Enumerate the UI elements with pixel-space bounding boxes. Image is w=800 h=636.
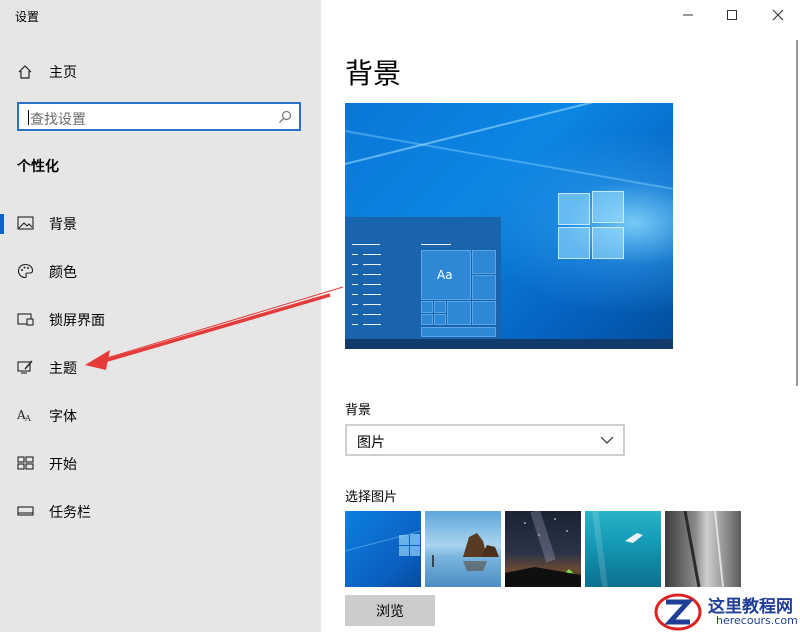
beach-rocks-thumb[interactable] — [425, 511, 501, 587]
sidebar-item-lock-screen[interactable]: 锁屏界面 — [0, 299, 321, 339]
background-preview: Aa — [345, 103, 673, 349]
search-placeholder: 查找设置 — [30, 112, 86, 128]
home-label: 主页 — [49, 65, 77, 81]
rock-silhouette — [432, 533, 499, 571]
close-button[interactable] — [763, 3, 793, 27]
taskbar-preview — [345, 339, 673, 349]
windows-logo-icon — [345, 530, 421, 556]
windows-hero-thumb[interactable] — [345, 511, 421, 587]
home-link[interactable]: 主页 — [17, 62, 77, 82]
sidebar: 设置 主页 查找设置 个性化 背景 颜色 锁屏界面 主题 A A 字体 开始 任… — [0, 0, 321, 632]
maximize-icon — [727, 10, 737, 20]
start-grid-icon — [17, 456, 34, 470]
scrollbar[interactable] — [796, 40, 798, 386]
windows-logo-icon — [558, 191, 628, 261]
page-title: 背景 — [345, 57, 402, 90]
section-title: 个性化 — [17, 159, 59, 175]
picture-icon — [17, 216, 34, 230]
underwater-diver-thumb[interactable] — [585, 511, 661, 587]
font-icon: A A — [17, 408, 31, 423]
select-value: 图片 — [357, 435, 385, 451]
sidebar-item-label: 字体 — [49, 409, 77, 425]
palette-icon — [17, 263, 34, 279]
active-indicator — [0, 214, 4, 234]
sidebar-item-label: 锁屏界面 — [49, 313, 105, 329]
minimize-icon — [683, 14, 693, 16]
starry-night-thumb[interactable] — [505, 511, 581, 587]
background-label: 背景 — [345, 403, 372, 418]
choose-picture-label: 选择图片 — [345, 490, 398, 505]
watermark-logo-icon — [654, 593, 702, 631]
minimize-button[interactable] — [673, 3, 703, 27]
taskbar-icon — [17, 506, 34, 516]
sidebar-item-label: 任务栏 — [49, 505, 91, 521]
cliff-texture — [683, 511, 724, 587]
rock-cliff-thumb[interactable] — [665, 511, 741, 587]
background-type-select[interactable]: 图片 — [345, 424, 625, 456]
sidebar-item-label: 主题 — [49, 361, 77, 377]
diver-silhouette — [592, 511, 643, 587]
chevron-down-icon — [600, 436, 614, 444]
preview-sample-text: Aa — [437, 268, 453, 282]
sidebar-item-fonts[interactable]: A A 字体 — [0, 395, 321, 435]
text-caret — [28, 110, 29, 125]
browse-button[interactable]: 浏览 — [345, 595, 435, 626]
app-title: 设置 — [15, 10, 40, 24]
sidebar-item-themes[interactable]: 主题 — [0, 347, 321, 387]
sidebar-item-background[interactable]: 背景 — [0, 203, 321, 243]
start-menu-preview: Aa — [345, 217, 501, 339]
watermark: 这里教程网 herecours.com — [652, 590, 800, 632]
home-icon — [18, 65, 32, 79]
theme-brush-icon — [17, 360, 33, 374]
close-icon — [772, 9, 784, 21]
search-input[interactable]: 查找设置 — [17, 102, 301, 131]
maximize-button[interactable] — [717, 3, 747, 27]
sidebar-item-label: 开始 — [49, 457, 77, 473]
sidebar-item-colors[interactable]: 颜色 — [0, 251, 321, 291]
sidebar-item-taskbar[interactable]: 任务栏 — [0, 491, 321, 531]
svg-text:A: A — [24, 414, 31, 423]
sidebar-item-label: 背景 — [49, 217, 77, 233]
search-icon[interactable] — [278, 110, 292, 124]
watermark-url: herecours.com — [716, 614, 798, 627]
sidebar-item-label: 颜色 — [49, 265, 77, 281]
tent-glow — [505, 511, 581, 587]
sidebar-item-start[interactable]: 开始 — [0, 443, 321, 483]
lock-screen-icon — [17, 313, 34, 326]
